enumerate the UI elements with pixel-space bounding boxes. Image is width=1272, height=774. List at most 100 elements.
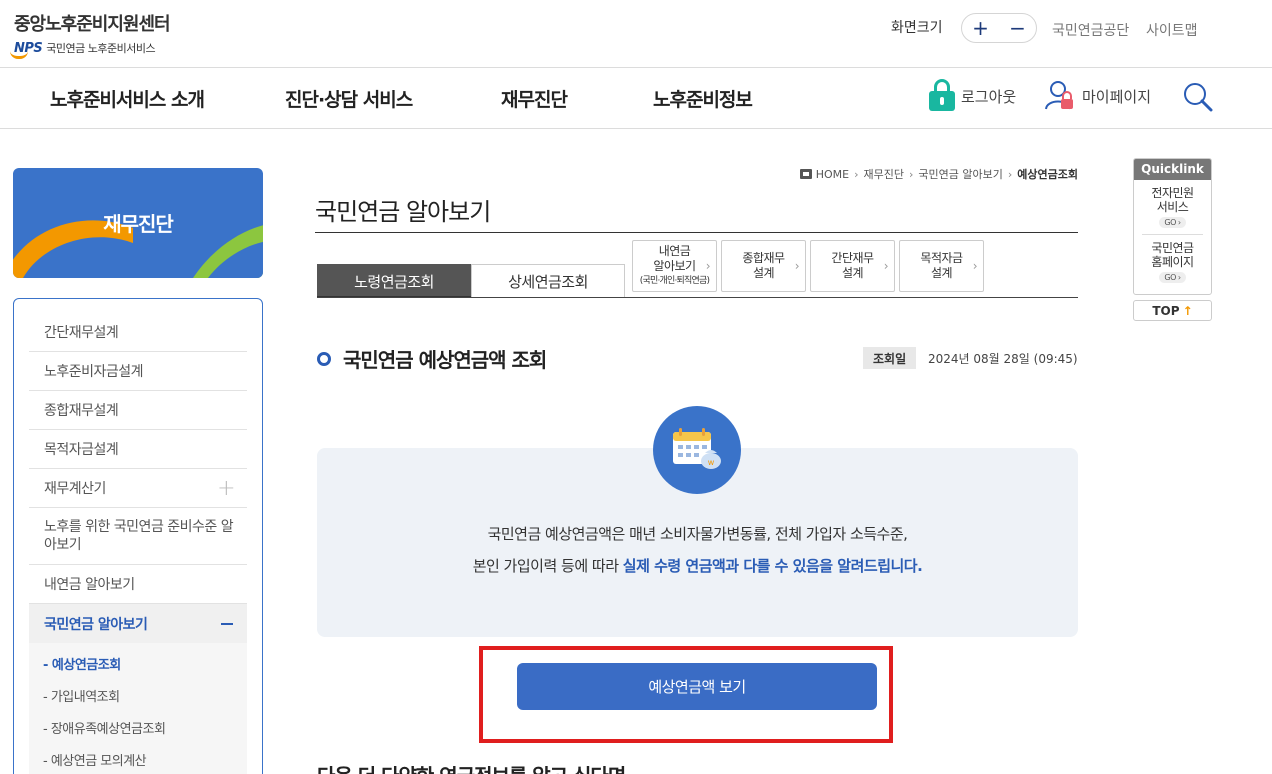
arrow-up-icon: ↑: [1182, 303, 1193, 318]
lnb-item-retirement-fund[interactable]: 노후준비자금설계: [29, 352, 247, 391]
tab-old-age-pension[interactable]: 노령연금조회: [317, 264, 471, 298]
collapse-minus-icon: [221, 622, 233, 625]
breadcrumb-current: 예상연금조회: [1017, 168, 1078, 181]
shortcut-label: 목적자금: [920, 251, 963, 265]
logo-sub-text: 국민연금 노후준비서비스: [46, 42, 156, 55]
top-header: 중앙노후준비지원센터 NPS 국민연금 노후준비서비스 화면크기 + − 국민연…: [0, 0, 1272, 68]
lnb-sub-disability-survivor[interactable]: - 장애유족예상연금조회: [43, 711, 247, 743]
section-title: 국민연금 예상연금액 조회: [317, 344, 547, 373]
font-increase-button[interactable]: +: [972, 18, 989, 38]
scroll-top-button[interactable]: TOP ↑: [1133, 300, 1212, 321]
mypage-label: 마이페이지: [1082, 87, 1152, 106]
lnb-sub-subscription-history[interactable]: - 가입내역조회: [43, 679, 247, 711]
quicklink-header: Quicklink: [1134, 159, 1211, 180]
shortcut-purpose-fund[interactable]: 목적자금 설계 ›: [899, 240, 984, 292]
svg-text:w: w: [708, 458, 715, 467]
shortcut-label: 간단재무: [831, 251, 874, 265]
quicklink-panel: Quicklink 전자민원 서비스 GO › 국민연금 홈페이지 GO ›: [1133, 158, 1212, 295]
lnb-item-my-pension[interactable]: 내연금 알아보기: [29, 565, 247, 604]
breadcrumb-item[interactable]: 재무진단: [864, 166, 904, 182]
shortcut-label: 설계: [752, 266, 775, 280]
shortcut-label: 알아보기: [653, 258, 696, 273]
query-date-value: 2024년 08월 28일 (09:45): [928, 352, 1078, 366]
more-info-title: 다음 더 다양한 연금정보를 알고 싶다면: [317, 760, 626, 774]
gnb-item-finance[interactable]: 재무진단: [501, 85, 568, 112]
chevron-right-icon: ›: [908, 167, 914, 181]
side-menu: 간단재무설계 노후준비자금설계 종합재무설계 목적자금설계 재무계산기 + 노후…: [13, 298, 263, 774]
lnb-submenu: - 예상연금조회 - 가입내역조회 - 장애유족예상연금조회 - 예상연금 모의…: [29, 643, 247, 774]
lnb-sub-simulation[interactable]: - 예상연금 모의계산: [43, 743, 247, 774]
info-line-1: 국민연금 예상연금액은 매년 소비자물가변동률, 전체 가입자 소득수준,: [487, 525, 908, 543]
shortcut-sublabel: (국민·개인·퇴직연금): [639, 275, 710, 286]
title-divider: [315, 232, 1078, 233]
quicklink-nps-homepage[interactable]: 국민연금 홈페이지 GO ›: [1134, 235, 1211, 283]
chevron-right-icon: ›: [1007, 167, 1013, 181]
mypage-button[interactable]: 마이페이지: [1044, 79, 1151, 113]
search-icon[interactable]: [1183, 82, 1213, 112]
chevron-right-icon: ›: [972, 259, 978, 273]
lock-icon: [929, 79, 955, 113]
go-button[interactable]: GO ›: [1159, 272, 1186, 283]
nps-home-link[interactable]: 국민연금공단: [1052, 20, 1129, 40]
chevron-right-icon: ›: [705, 259, 711, 273]
lnb-item-pension-readiness[interactable]: 노후를 위한 국민연금 준비수준 알아보기: [29, 508, 247, 565]
lnb-sub-expected-pension[interactable]: - 예상연금조회: [43, 647, 247, 679]
lnb-item-label: 국민연금 알아보기: [44, 616, 148, 633]
lnb-item-purpose-fund[interactable]: 목적자금설계: [29, 430, 247, 469]
info-line-2-prefix: 본인 가입이력 등에 따라: [472, 557, 623, 575]
tab-detailed-pension[interactable]: 상세연금조회: [471, 264, 625, 298]
expand-plus-icon: +: [217, 475, 235, 501]
lnb-item-simple-plan[interactable]: 간단재무설계: [29, 313, 247, 352]
lnb-item-national-pension[interactable]: 국민연금 알아보기: [29, 604, 247, 643]
font-size-label: 화면크기: [891, 20, 943, 36]
quicklink-label: 국민연금 홈페이지: [1151, 241, 1194, 269]
shortcut-my-pension[interactable]: 내연금 알아보기 (국민·개인·퇴직연금) ›: [632, 240, 717, 292]
bullet-circle-icon: [317, 351, 331, 366]
shortcut-label: 설계: [841, 266, 864, 280]
lnb-item-calculator[interactable]: 재무계산기 +: [29, 469, 247, 508]
logout-button[interactable]: 로그아웃: [929, 79, 1016, 113]
chevron-right-icon: ›: [883, 259, 889, 273]
section-title-text: 국민연금 예상연금액 조회: [343, 348, 547, 372]
gnb-item-intro[interactable]: 노후준비서비스 소개: [50, 85, 205, 112]
main-navigation: 노후준비서비스 소개 진단·상담 서비스 재무진단 노후준비정보 로그아웃 마이…: [0, 69, 1272, 129]
tab-divider: [317, 297, 1078, 298]
quicklink-e-civil[interactable]: 전자민원 서비스 GO ›: [1134, 180, 1211, 228]
lnb-item-comprehensive[interactable]: 종합재무설계: [29, 391, 247, 430]
logout-label: 로그아웃: [961, 87, 1017, 106]
go-button[interactable]: GO ›: [1159, 217, 1186, 228]
font-size-control: + −: [961, 13, 1037, 43]
info-highlight: 실제 수령 연금액과 다를 수 있음을 알려드립니다.: [622, 557, 923, 575]
shortcut-simple-plan[interactable]: 간단재무 설계 ›: [810, 240, 895, 292]
quicklink-label: 전자민원 서비스: [1151, 186, 1194, 214]
lnb-banner-title: 재무진단: [103, 212, 174, 236]
chevron-right-icon: ›: [794, 259, 800, 273]
shortcut-comprehensive-plan[interactable]: 종합재무 설계 ›: [721, 240, 806, 292]
lnb-item-label: 재무계산기: [44, 481, 106, 497]
font-decrease-button[interactable]: −: [1009, 18, 1026, 38]
user-lock-icon: [1044, 79, 1078, 113]
site-logo[interactable]: 중앙노후준비지원센터 NPS 국민연금 노후준비서비스: [10, 10, 171, 59]
page-title: 국민연금 알아보기: [315, 198, 491, 226]
breadcrumb: HOME › 재무진단 › 국민연금 알아보기 › 예상연금조회: [799, 166, 1078, 182]
gnb-item-consulting[interactable]: 진단·상담 서비스: [285, 85, 413, 112]
chevron-right-icon: ›: [854, 167, 859, 181]
info-line-2: 본인 가입이력 등에 따라 실제 수령 연금액과 다를 수 있음을 알려드립니다…: [317, 550, 1078, 582]
home-icon: [799, 169, 812, 179]
calendar-coin-icon: w: [653, 406, 741, 494]
breadcrumb-home[interactable]: HOME: [816, 168, 849, 181]
shortcut-label: 종합재무: [742, 251, 785, 265]
shortcut-label: 설계: [930, 266, 953, 280]
lnb-banner: 재무진단: [13, 168, 263, 278]
gnb-item-info[interactable]: 노후준비정보: [653, 85, 753, 112]
view-expected-pension-button[interactable]: 예상연금액 보기: [517, 663, 877, 710]
top-label: TOP: [1152, 303, 1180, 318]
sitemap-link[interactable]: 사이트맵: [1146, 20, 1198, 40]
logo-subtitle: NPS 국민연금 노후준비서비스: [10, 40, 170, 59]
nps-logo-mark: NPS: [10, 41, 43, 59]
query-date-badge: 조회일: [863, 347, 917, 369]
shortcut-label: 내연금: [658, 243, 691, 258]
breadcrumb-item[interactable]: 국민연금 알아보기: [918, 166, 1002, 182]
info-text: 국민연금 예상연금액은 매년 소비자물가변동률, 전체 가입자 소득수준, 본인…: [317, 518, 1078, 582]
logo-title: 중앙노후준비지원센터: [14, 14, 171, 35]
